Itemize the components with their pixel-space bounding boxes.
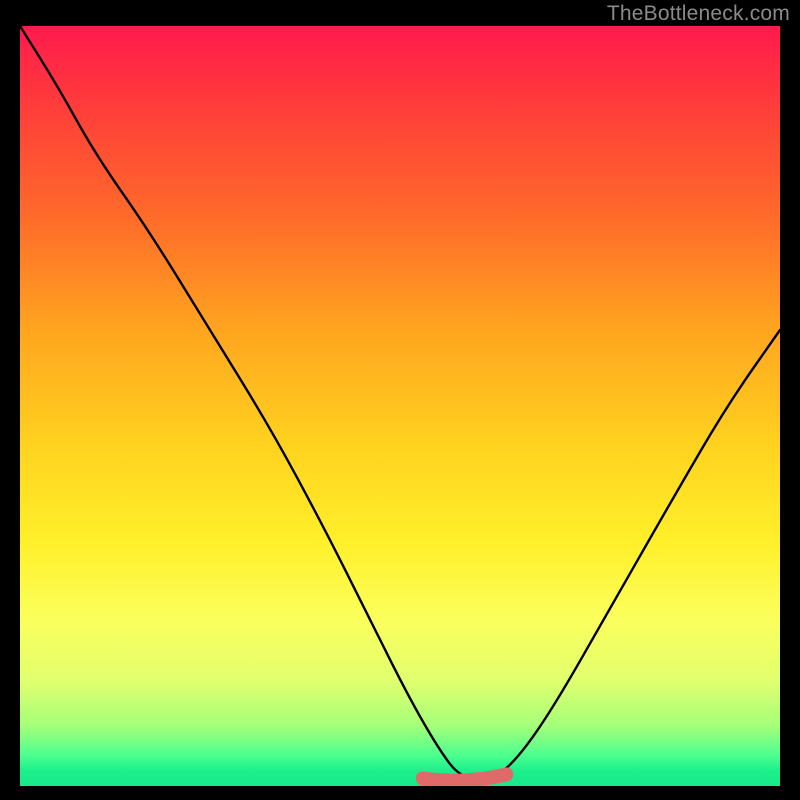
bottleneck-curve-line — [20, 26, 780, 778]
chart-svg — [20, 26, 780, 786]
plot-area — [20, 26, 780, 786]
watermark-text: TheBottleneck.com — [607, 2, 790, 26]
flat-zone-highlight — [423, 774, 507, 780]
chart-frame: TheBottleneck.com — [0, 0, 800, 800]
